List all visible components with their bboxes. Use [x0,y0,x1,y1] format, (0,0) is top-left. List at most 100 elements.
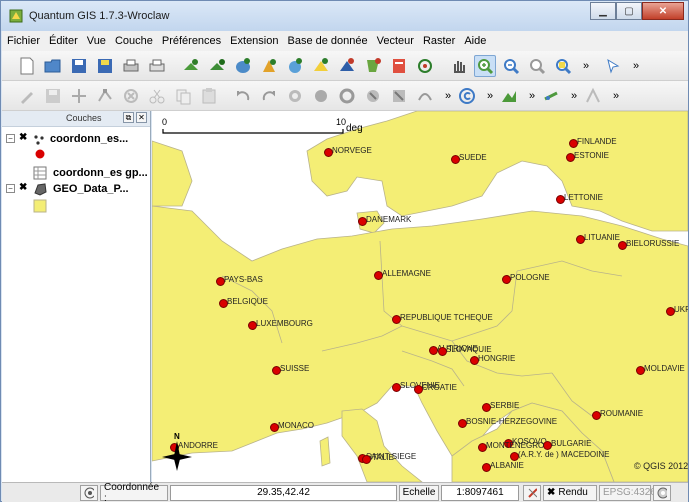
layer-item-polygons[interactable]: − ✖ GEO_Data_P... [2,181,150,215]
delete-icon [124,88,138,103]
maximize-button[interactable]: ▢ [616,2,642,20]
city-label: POLOGNE [510,273,550,282]
zoom-out-button[interactable] [500,55,522,77]
toolbar-overflow-7[interactable]: » [608,90,624,102]
scale-label: Echelle [399,484,439,501]
minimize-button[interactable]: ▁ [590,2,616,20]
panel-float-button[interactable]: ⧉ [123,112,134,123]
move-feature-button[interactable] [68,85,90,107]
save-as-button[interactable] [94,55,116,77]
menu-preferences[interactable]: Préférences [162,35,221,47]
open-project-button[interactable] [42,55,64,77]
identify-button[interactable] [602,55,624,77]
add-part-button[interactable] [310,85,332,107]
map-canvas[interactable]: 0 10 degrés FINLANDE ESTONIE NORVEGE SUEDE L… [152,111,688,482]
polygon-symbol-icon [33,199,47,213]
toolbar-overflow-2[interactable]: » [628,60,644,72]
toolbar-overflow-5[interactable]: » [524,90,540,102]
menu-vue[interactable]: Vue [87,35,106,47]
digitize-tool-button[interactable] [582,85,604,107]
save-icon [72,58,86,73]
print-composer-button[interactable] [120,55,142,77]
toolbar-overflow-3[interactable]: » [440,90,456,102]
menu-couche[interactable]: Couche [115,35,153,47]
coordinate-toggle-button[interactable]: Coordonnée : [100,482,168,504]
table-layer-icon [33,166,47,180]
close-button[interactable]: ✕ [642,2,684,20]
toolbar-overflow-6[interactable]: » [566,90,582,102]
coordinate-field[interactable]: 29.35,42.42 [170,484,397,501]
city-label: FINLANDE [577,137,617,146]
menu-extension[interactable]: Extension [230,35,278,47]
move-icon [72,88,86,103]
toggle-editing-button[interactable] [16,85,38,107]
city-label: SLOVAQUIE [446,345,492,354]
undo-button[interactable] [232,85,254,107]
panel-close-button[interactable]: ✕ [136,112,147,123]
city-label: LUXEMBOURG [256,319,313,328]
delete-ring-button[interactable] [362,85,384,107]
menu-aide[interactable]: Aide [464,35,486,47]
crs-button[interactable]: EPSG:4326 [599,484,656,501]
add-spatialite-layer-button[interactable] [258,55,280,77]
add-ring-button[interactable] [284,85,306,107]
scale-field[interactable]: 1:8097461 [441,484,519,501]
layer-item-table[interactable]: coordonn_es gp... [2,165,150,181]
label-style-button[interactable] [540,85,562,107]
menu-editer[interactable]: Éditer [49,35,78,47]
collapse-icon[interactable]: − [6,184,15,193]
add-postgis-layer-button[interactable] [232,55,254,77]
menu-vecteur[interactable]: Vecteur [377,35,414,47]
redo-button[interactable] [258,85,280,107]
collapse-icon[interactable]: − [6,134,15,143]
toolbar-overflow-1[interactable]: » [578,60,594,72]
add-wms-layer-button[interactable] [284,55,306,77]
save-edits-icon [46,88,60,103]
layer-item-points[interactable]: − ✖ coordonn_es... [2,131,150,163]
menu-raster[interactable]: Raster [423,35,455,47]
cut-features-button[interactable] [146,85,168,107]
identify-icon [607,58,620,74]
add-vector-icon [184,58,198,70]
paste-features-button[interactable] [198,85,220,107]
copy-features-button[interactable] [172,85,194,107]
node-tool-button[interactable] [94,85,116,107]
layer-visibility-checkbox[interactable]: ✖ [19,133,29,143]
city-label: BIELORUSSIE [626,239,680,248]
delete-selected-button[interactable] [120,85,142,107]
save-edits-button[interactable] [42,85,64,107]
add-vector-layer-button[interactable] [180,55,202,77]
reshape-features-button[interactable] [414,85,436,107]
add-delimited-text-button[interactable] [388,55,410,77]
raster-tool-button[interactable] [498,85,520,107]
add-ring-icon [289,89,301,102]
delete-part-button[interactable] [388,85,410,107]
add-raster-layer-button[interactable] [206,55,228,77]
city-label: ITALIE [370,453,394,462]
add-gps-button[interactable] [414,55,436,77]
menu-fichier[interactable]: Fichier [7,35,40,47]
svg-text:N: N [174,432,180,441]
city-label: CROATIE [422,383,457,392]
add-wfs-layer-button[interactable] [336,55,358,77]
scale-start-label: 0 [162,117,167,127]
menu-base-de-donnee[interactable]: Base de donnée [287,35,367,47]
stop-render-button[interactable] [523,484,541,501]
menu-bar: Fichier Éditer Vue Couche Préférences Ex… [2,31,688,51]
save-project-button[interactable] [68,55,90,77]
print-button[interactable] [146,55,168,77]
toolbar-overflow-4[interactable]: » [482,90,498,102]
zoom-full-button[interactable] [526,55,548,77]
label-tool-button[interactable] [456,85,478,107]
messages-button[interactable] [80,484,98,501]
zoom-selection-button[interactable] [552,55,574,77]
render-toggle[interactable]: ✖ Rendu [543,484,597,501]
new-shapefile-button[interactable] [362,55,384,77]
crs-settings-button[interactable] [653,484,671,501]
fill-ring-button[interactable] [336,85,358,107]
new-project-button[interactable] [16,55,38,77]
layer-visibility-checkbox[interactable]: ✖ [19,183,29,193]
zoom-in-button[interactable] [474,54,496,77]
pan-button[interactable] [448,55,470,77]
add-wcs-layer-button[interactable] [310,55,332,77]
